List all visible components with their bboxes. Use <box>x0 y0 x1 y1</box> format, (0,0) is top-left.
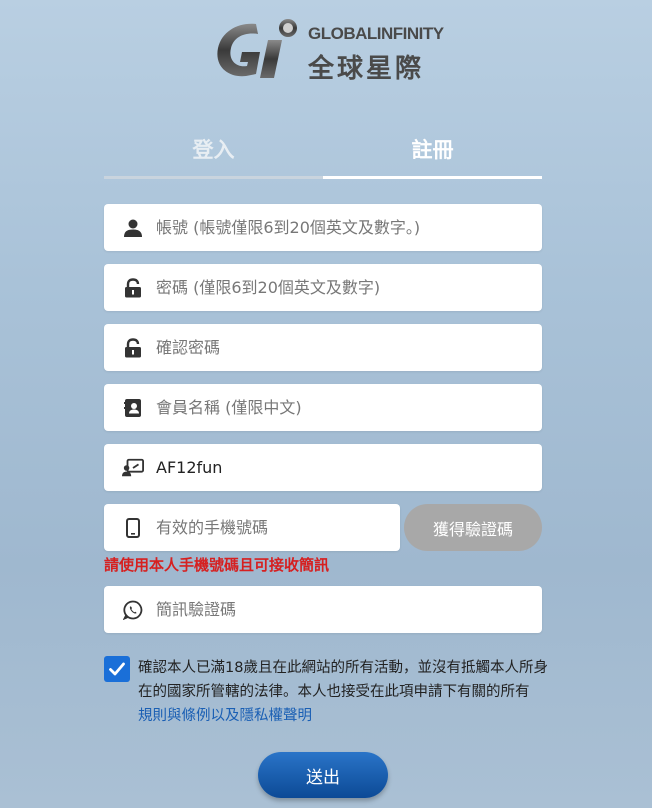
contact-book-icon <box>122 397 144 419</box>
terms-privacy-link[interactable]: 規則與條例以及隱私權聲明 <box>138 708 312 724</box>
brand-name-en: GLOBALINFINITY <box>308 24 444 43</box>
password-input[interactable] <box>156 264 542 311</box>
submit-button[interactable]: 送出 <box>258 752 388 798</box>
phone-field <box>104 504 400 551</box>
tab-login-underline <box>104 176 323 179</box>
confirm-password-field <box>104 324 542 371</box>
tab-register[interactable]: 註冊 <box>323 128 542 176</box>
gi-logo-icon <box>217 19 297 78</box>
unlock-icon <box>122 337 144 359</box>
member-name-field <box>104 384 542 431</box>
check-icon <box>109 662 125 676</box>
account-input[interactable] <box>156 204 542 251</box>
sms-code-input[interactable] <box>156 586 542 633</box>
confirm-password-input[interactable] <box>156 324 542 371</box>
mobile-phone-icon <box>122 517 144 539</box>
password-field <box>104 264 542 311</box>
referral-input[interactable] <box>156 444 542 491</box>
agree-checkbox[interactable] <box>104 656 130 682</box>
get-otp-button[interactable]: 獲得驗證碼 <box>404 504 542 551</box>
tab-register-underline <box>323 176 542 179</box>
agreement-text: 確認本人已滿18歲且在此網站的所有活動，並沒有抵觸本人所身在的國家所管轄的法律。… <box>138 656 548 728</box>
user-icon <box>122 217 144 239</box>
brand-logo: GLOBALINFINITY 全球星際 <box>212 14 444 84</box>
presenter-icon <box>122 457 144 479</box>
account-field <box>104 204 542 251</box>
sms-code-field <box>104 586 542 633</box>
whatsapp-icon <box>122 599 144 621</box>
agreement-body: 確認本人已滿18歲且在此網站的所有活動，並沒有抵觸本人所身在的國家所管轄的法律。… <box>138 660 548 700</box>
referral-field <box>104 444 542 491</box>
tab-login[interactable]: 登入 <box>104 128 323 176</box>
phone-input[interactable] <box>156 504 400 551</box>
member-name-input[interactable] <box>156 384 542 431</box>
phone-warning: 請使用本人手機號碼且可接收簡訊 <box>104 556 330 574</box>
unlock-icon <box>122 277 144 299</box>
auth-tabs: 登入 註冊 <box>104 128 542 180</box>
brand-name-zh: 全球星際 <box>308 54 425 84</box>
